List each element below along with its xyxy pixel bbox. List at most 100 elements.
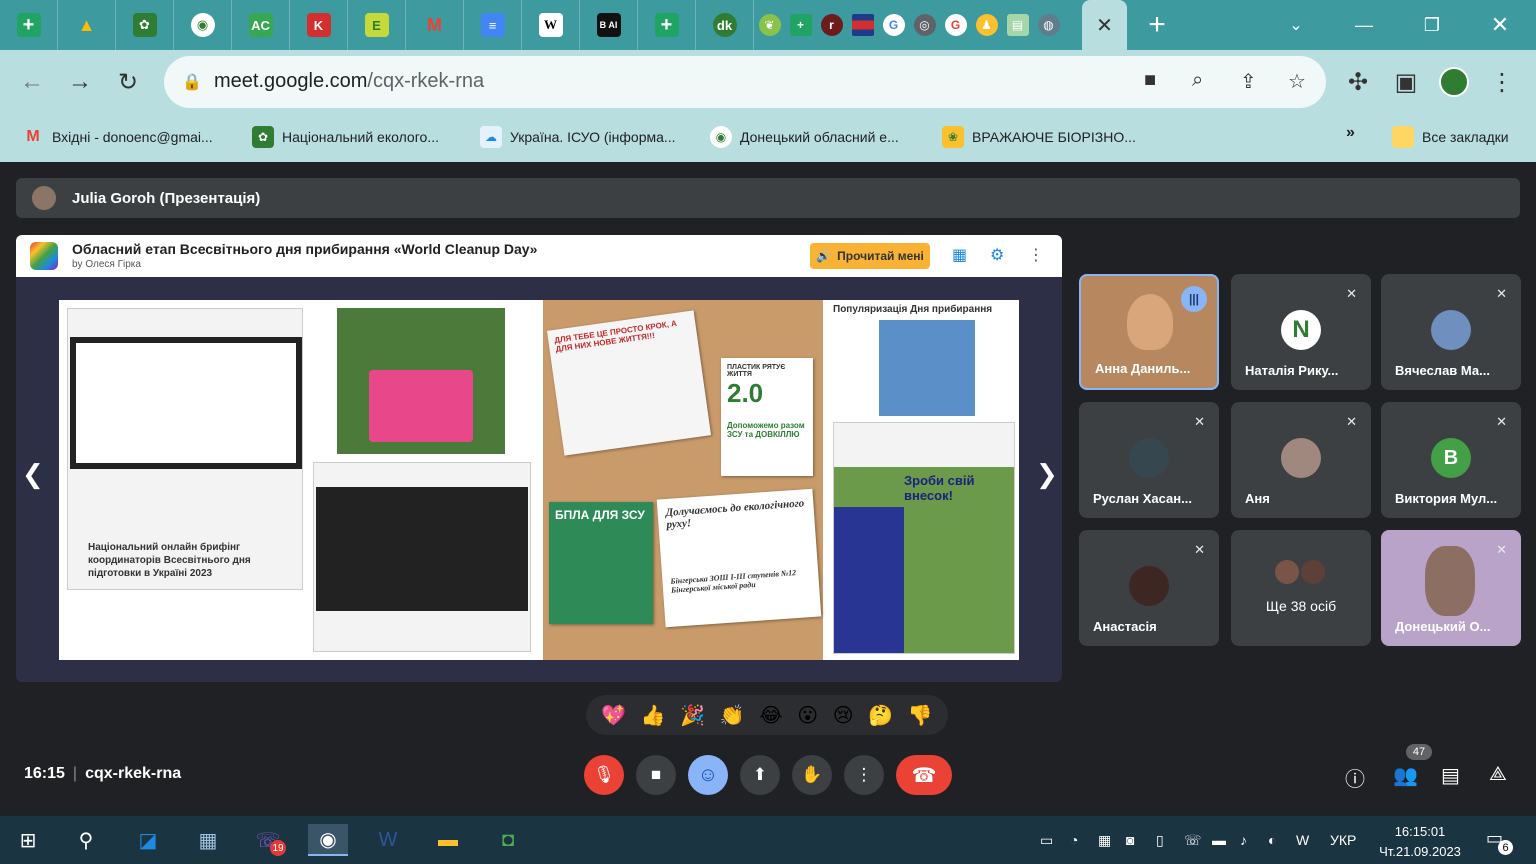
tab-plus-icon[interactable]: + bbox=[785, 0, 816, 50]
tray-network-icon[interactable]: ▭ bbox=[1040, 832, 1053, 849]
mic-off-button[interactable]: 🎙 bbox=[584, 755, 624, 795]
active-tab-close-icon[interactable]: ✕ bbox=[1082, 0, 1127, 50]
tab-sheets-icon[interactable]: + bbox=[0, 0, 58, 50]
viber-icon[interactable]: ☏ 19 bbox=[248, 824, 288, 856]
bookmark-donetsk[interactable]: ◉ Донецький обласний е... bbox=[710, 126, 899, 148]
word-icon[interactable]: W bbox=[368, 824, 408, 856]
tab-folder-icon[interactable]: ▤ bbox=[1002, 0, 1033, 50]
participant-tile[interactable]: ✕ Донецький О... bbox=[1381, 530, 1521, 646]
tab-gmail-icon[interactable]: M bbox=[406, 0, 464, 50]
app-green-icon[interactable]: ◘ bbox=[488, 824, 528, 856]
reaction-clap[interactable]: 👏 bbox=[720, 703, 745, 728]
tray-grid-icon[interactable]: ▦ bbox=[1098, 832, 1111, 849]
tab-ac-icon[interactable]: AC bbox=[232, 0, 290, 50]
participant-tile[interactable]: ✕ Анастасія bbox=[1079, 530, 1219, 646]
tab-leaf-icon[interactable]: ❦ bbox=[754, 0, 785, 50]
leave-call-button[interactable]: ☎ bbox=[896, 755, 952, 795]
app-blue-icon[interactable]: ◪ bbox=[128, 824, 168, 856]
tray-word-icon[interactable]: W bbox=[1296, 832, 1309, 848]
activities-icon[interactable]: ⟁ bbox=[1489, 763, 1507, 786]
zoom-icon[interactable]: ⌕ bbox=[1192, 69, 1203, 92]
new-tab-icon[interactable]: + bbox=[1127, 0, 1187, 50]
raise-hand-button[interactable]: ✋ bbox=[792, 755, 832, 795]
camera-icon[interactable]: ■ bbox=[1144, 69, 1156, 92]
more-options-button[interactable]: ⋮ bbox=[844, 755, 884, 795]
file-explorer-icon[interactable]: ▬ bbox=[428, 824, 468, 856]
bookmark-eco-center[interactable]: ✿ Національний еколого... bbox=[252, 126, 439, 148]
more-participants-tile[interactable]: Ще 38 осіб bbox=[1231, 530, 1371, 646]
back-icon[interactable]: ← bbox=[14, 64, 50, 100]
prev-arrow-icon[interactable]: ❮ bbox=[22, 459, 44, 490]
participant-tile[interactable]: ✕ Вячеслав Ма... bbox=[1381, 274, 1521, 390]
tab-drive-icon[interactable]: ▲ bbox=[58, 0, 116, 50]
bookmarks-more[interactable]: » bbox=[1346, 124, 1355, 142]
participant-tile[interactable]: ✕ Руслан Хасан... bbox=[1079, 402, 1219, 518]
present-button[interactable]: ⬆ bbox=[740, 755, 780, 795]
address-bar[interactable]: 🔒 meet.google.com/cqx-rkek-rna ■ ⌕ ⇪ ☆ bbox=[164, 56, 1326, 108]
side-panel-icon[interactable]: ▣ bbox=[1388, 64, 1424, 100]
reaction-thumbs-up[interactable]: 👍 bbox=[641, 703, 666, 728]
camera-button[interactable]: ■ bbox=[636, 755, 676, 795]
bookmark-isuo[interactable]: ☁ Україна. ІСУО (інформа... bbox=[480, 126, 676, 148]
star-icon[interactable]: ☆ bbox=[1288, 69, 1306, 94]
all-bookmarks[interactable]: Все закладки bbox=[1392, 126, 1509, 148]
reaction-thumbs-down[interactable]: 👎 bbox=[908, 703, 933, 728]
tab-google2-icon[interactable]: G bbox=[940, 0, 971, 50]
tab-google-icon[interactable]: G bbox=[878, 0, 909, 50]
tab-emblem-icon[interactable]: ◉ bbox=[174, 0, 232, 50]
more-vert-icon[interactable]: ⋮ bbox=[1028, 245, 1044, 265]
reaction-surprised[interactable]: 😮 bbox=[797, 703, 818, 728]
system-clock[interactable]: 16:15:01 Чт.21.09.2023 bbox=[1370, 822, 1470, 862]
extensions-icon[interactable]: ✣ bbox=[1340, 64, 1376, 100]
share-icon[interactable]: ⇪ bbox=[1240, 69, 1257, 94]
participant-tile[interactable]: ✕ N Наталія Рику... bbox=[1231, 274, 1371, 390]
calculator-icon[interactable]: ▦ bbox=[188, 824, 228, 856]
tab-k-icon[interactable]: K bbox=[290, 0, 348, 50]
tab-chrome-icon[interactable]: ◎ bbox=[909, 0, 940, 50]
reaction-heart[interactable]: 💖 bbox=[601, 703, 626, 728]
tab-eco-icon[interactable]: ✿ bbox=[116, 0, 174, 50]
tab-wikipedia-icon[interactable]: W bbox=[522, 0, 580, 50]
tab-flag-icon[interactable] bbox=[847, 0, 878, 50]
restore-icon[interactable]: ❐ bbox=[1398, 0, 1466, 50]
bookmark-biodiversity[interactable]: ❀ ВРАЖАЮЧЕ БІОРІЗНО... bbox=[942, 126, 1136, 148]
tab-e-icon[interactable]: E bbox=[348, 0, 406, 50]
tray-volume-icon[interactable]: ♪ bbox=[1240, 832, 1247, 848]
tab-bell-icon[interactable]: ♟ bbox=[971, 0, 1002, 50]
read-aloud-button[interactable]: 🔊 Прочитай мені bbox=[810, 243, 930, 269]
settings-icon[interactable]: ⚙ bbox=[990, 245, 1004, 265]
tray-app-icon[interactable]: ◔ bbox=[1070, 832, 1078, 848]
tab-sheets2-icon[interactable]: + bbox=[638, 0, 696, 50]
tab-docs-icon[interactable]: ≡ bbox=[464, 0, 522, 50]
tab-r-icon[interactable]: r bbox=[816, 0, 847, 50]
meeting-details-icon[interactable]: ⓘ bbox=[1345, 763, 1365, 792]
tab-search-chevron-icon[interactable]: ⌄ bbox=[1262, 0, 1330, 50]
tab-dk-icon[interactable]: dk bbox=[696, 0, 754, 50]
notifications-icon[interactable]: ▭ 6 bbox=[1486, 828, 1513, 855]
tray-edge-icon[interactable]: ◐ bbox=[1268, 832, 1276, 848]
reaction-thinking[interactable]: 🤔 bbox=[868, 703, 893, 728]
windows-start-icon[interactable]: ⊞ bbox=[8, 824, 48, 856]
tab-globe-icon[interactable]: ◍ bbox=[1033, 0, 1064, 50]
tray-usb-icon[interactable]: ▯ bbox=[1156, 832, 1164, 849]
menu-dots-icon[interactable]: ⋮ bbox=[1484, 64, 1520, 100]
reactions-button[interactable]: ☺ bbox=[688, 755, 728, 795]
next-arrow-icon[interactable]: ❯ bbox=[1036, 459, 1058, 490]
close-window-icon[interactable]: ✕ bbox=[1466, 0, 1534, 50]
profile-avatar[interactable] bbox=[1436, 64, 1472, 100]
reaction-party[interactable]: 🎉 bbox=[680, 703, 705, 728]
participant-tile[interactable]: ✕ Аня bbox=[1231, 402, 1371, 518]
tray-battery-icon[interactable]: ▬ bbox=[1212, 832, 1226, 848]
bookmark-gmail[interactable]: M Вхідні - donoenc@gmai... bbox=[22, 126, 212, 148]
reaction-laugh[interactable]: 😂 bbox=[759, 703, 782, 728]
reaction-sad[interactable]: 😢 bbox=[833, 703, 854, 728]
grid-icon[interactable]: ▦ bbox=[952, 245, 967, 265]
minimize-icon[interactable]: — bbox=[1330, 0, 1398, 50]
participant-tile[interactable]: ||| Анна Даниль... bbox=[1079, 274, 1219, 390]
tab-bai-icon[interactable]: B AI bbox=[580, 0, 638, 50]
tray-green-icon[interactable]: ◙ bbox=[1126, 832, 1134, 848]
chrome-taskbar-icon[interactable]: ◉ bbox=[308, 824, 348, 856]
forward-icon[interactable]: → bbox=[62, 64, 98, 100]
language-indicator[interactable]: УКР bbox=[1330, 832, 1356, 848]
search-icon[interactable]: ⚲ bbox=[66, 824, 106, 856]
